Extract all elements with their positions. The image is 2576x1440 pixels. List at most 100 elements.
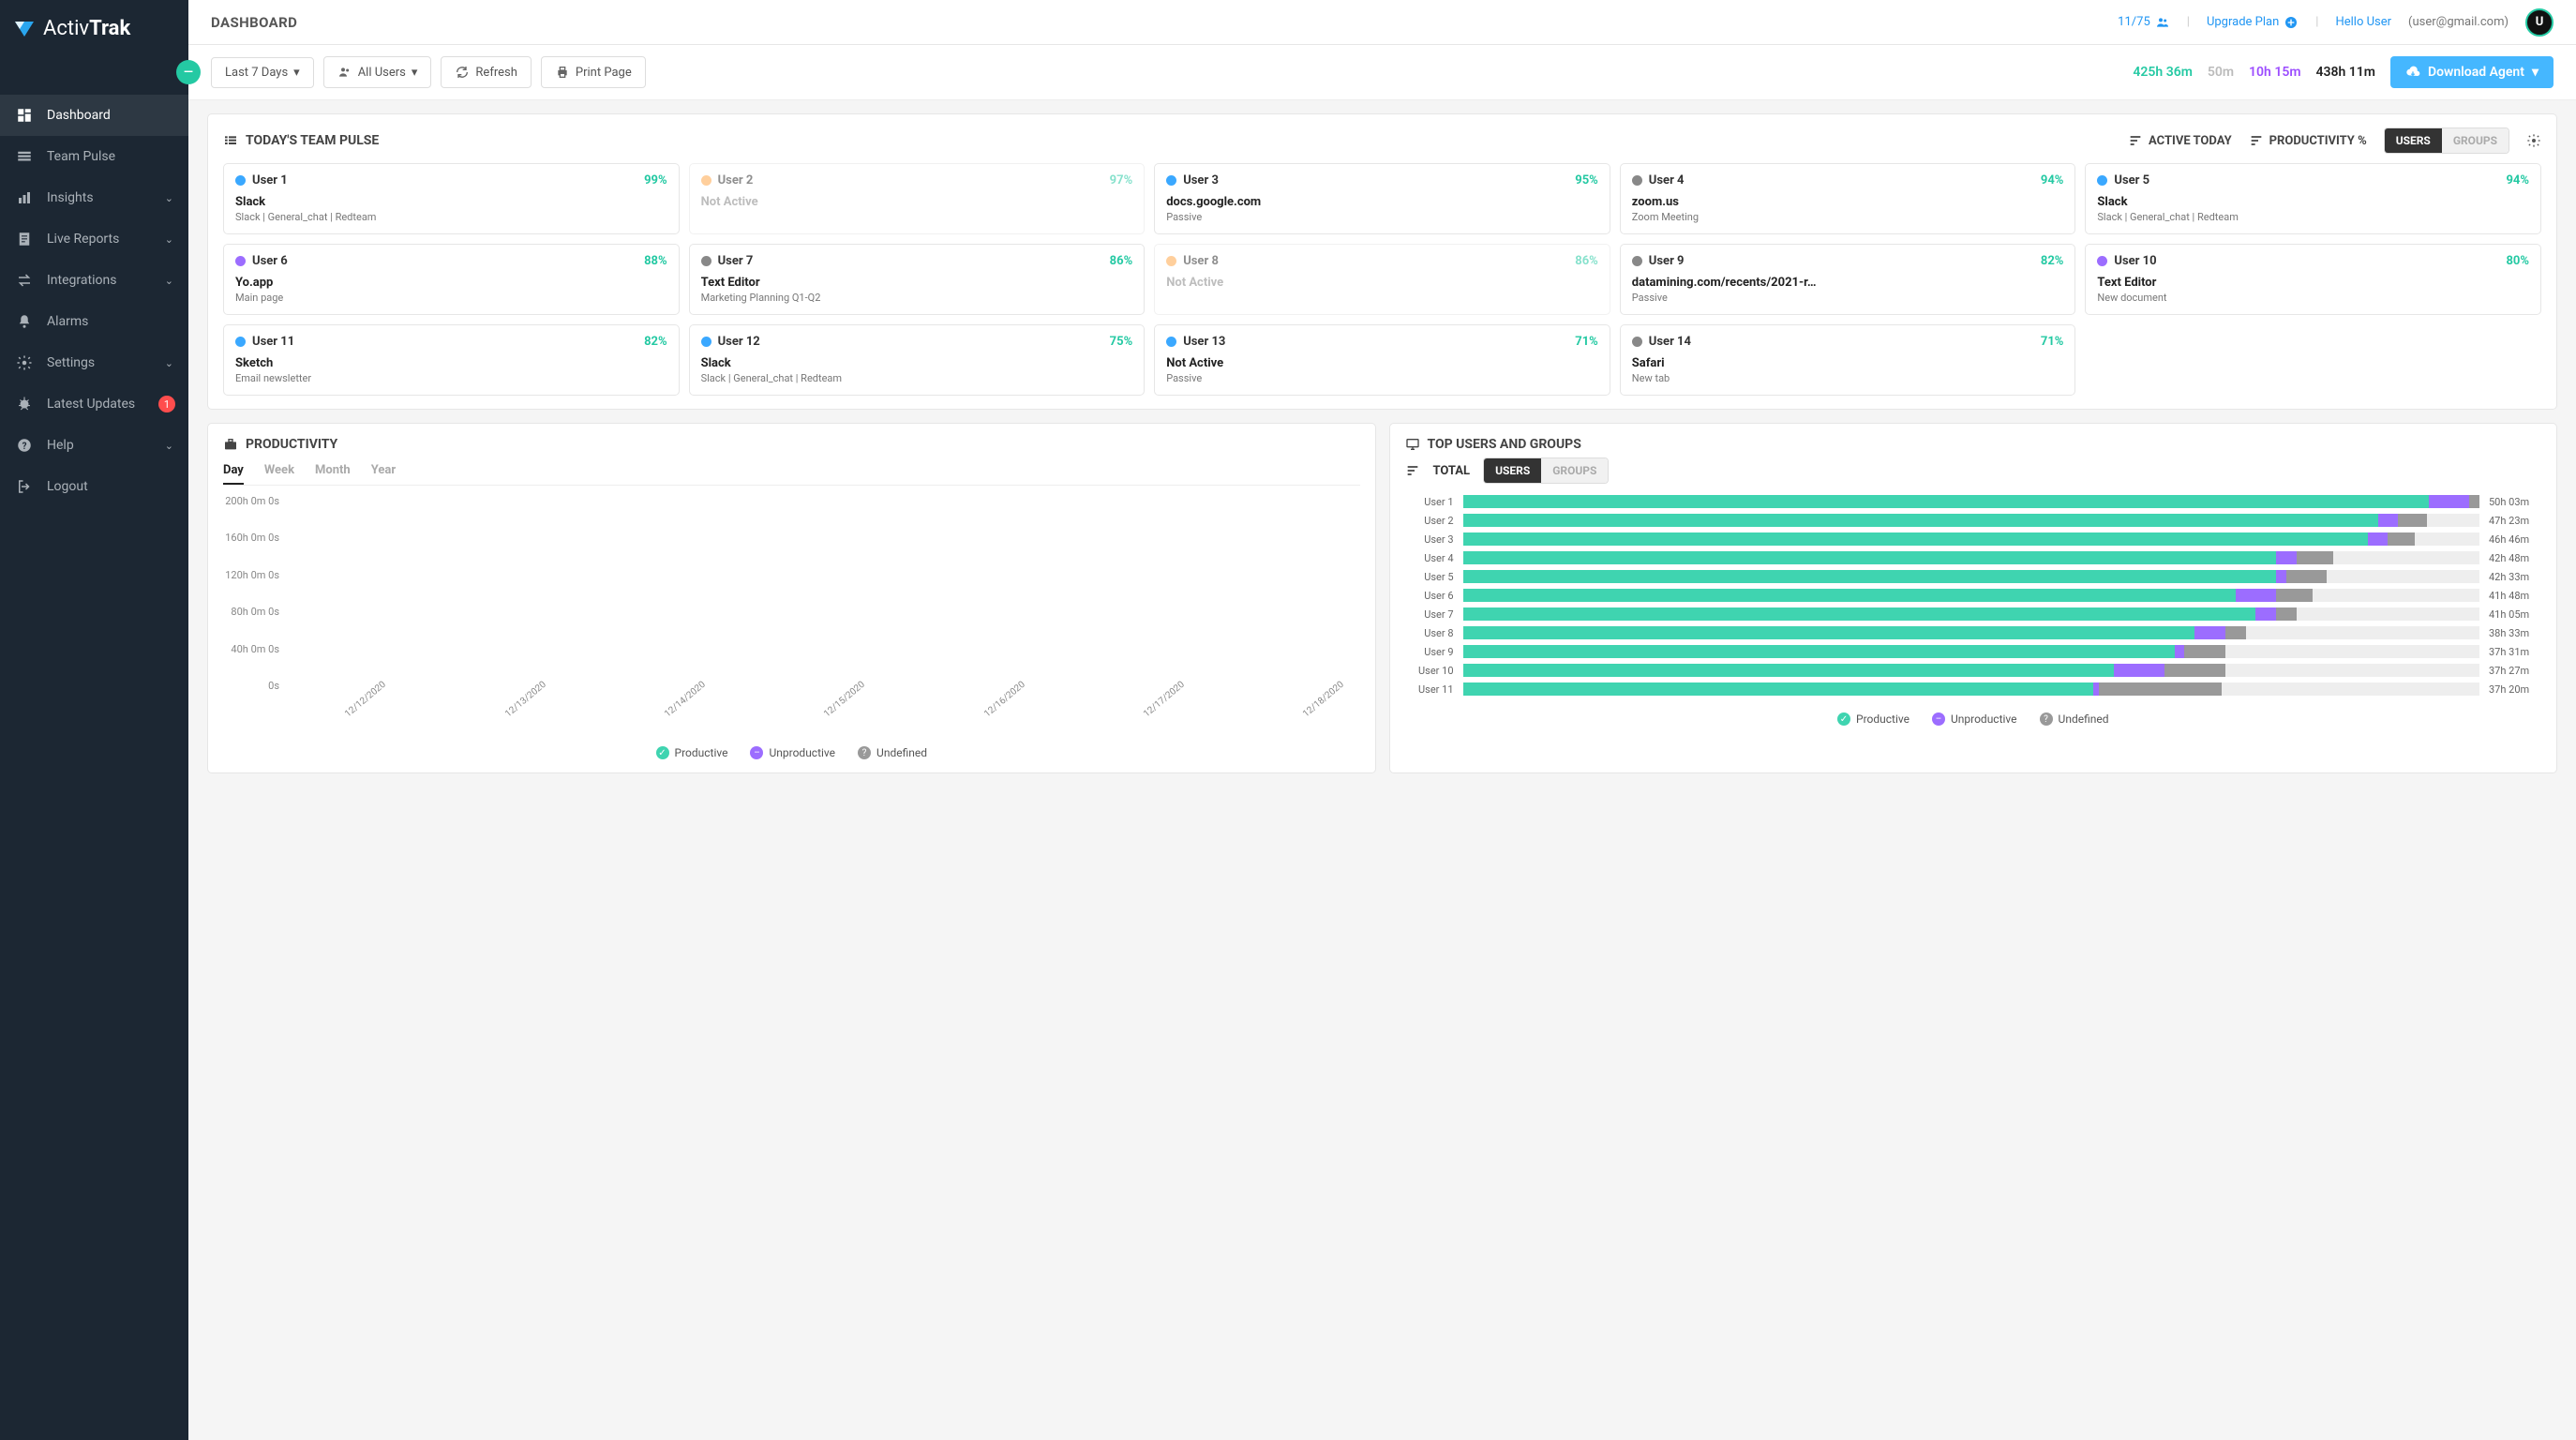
active-today-sort[interactable]: ACTIVE TODAY <box>2128 133 2232 148</box>
team-pulse-panel: TODAY'S TEAM PULSE ACTIVE TODAY PRODUCTI… <box>207 113 2557 410</box>
list-icon <box>15 147 34 166</box>
user-detail: Slack | General_chat | Redteam <box>2097 211 2529 223</box>
sidebar-item-alarms[interactable]: Alarms <box>0 301 188 342</box>
y-tick: 160h 0m 0s <box>223 532 279 544</box>
users-filter-dropdown[interactable]: All Users ▾ <box>323 56 432 88</box>
sidebar-item-latest-updates[interactable]: Latest Updates1 <box>0 383 188 425</box>
nav-label: Integrations <box>47 273 116 288</box>
status-dot-icon <box>235 256 246 266</box>
collapse-sidebar-button[interactable]: — <box>176 60 201 84</box>
tab-day[interactable]: Day <box>223 458 244 485</box>
user-pulse-card[interactable]: User 6 88% Yo.app Main page <box>223 244 680 315</box>
user-pulse-card[interactable]: User 7 86% Text Editor Marketing Plannin… <box>689 244 1146 315</box>
tu-bar <box>1463 570 2480 583</box>
brand-logo: ActivTrak <box>0 0 188 57</box>
toolbar-stat: 10h 15m <box>2249 65 2300 80</box>
hello-user-link[interactable]: Hello User <box>2335 15 2391 29</box>
date-range-dropdown[interactable]: Last 7 Days ▾ <box>211 57 314 88</box>
user-name: User 5 <box>2114 173 2149 188</box>
tu-time: 41h 05m <box>2489 608 2541 621</box>
x-tick: 12/17/2020 <box>1142 680 1187 720</box>
gear-icon[interactable] <box>2526 133 2541 148</box>
brand-icon <box>13 18 36 40</box>
user-app: Yo.app <box>235 276 667 290</box>
user-app: Text Editor <box>701 276 1133 290</box>
chart-bar: 12/18/2020 <box>1258 495 1344 692</box>
user-name: User 1 <box>252 173 288 188</box>
users-tab[interactable]: USERS <box>2385 128 2442 153</box>
chart-legend: ✓Productive –Unproductive ?Undefined <box>223 746 1360 759</box>
user-pulse-card[interactable]: User 10 80% Text Editor New document <box>2085 244 2541 315</box>
user-pulse-card[interactable]: User 2 97% Not Active <box>689 163 1146 234</box>
tu-time: 41h 48m <box>2489 590 2541 602</box>
x-tick: 12/18/2020 <box>1301 680 1346 720</box>
sidebar-item-help[interactable]: ?Help⌄ <box>0 425 188 466</box>
user-detail: New tab <box>1632 372 2064 384</box>
nav-label: Live Reports <box>47 232 119 247</box>
sidebar-item-dashboard[interactable]: Dashboard <box>0 95 188 136</box>
tu-time: 42h 33m <box>2489 571 2541 583</box>
user-pulse-card[interactable]: User 13 71% Not Active Passive <box>1154 324 1610 396</box>
status-dot-icon <box>1632 337 1642 347</box>
nav-label: Settings <box>47 355 95 370</box>
user-pulse-card[interactable]: User 1 99% Slack Slack | General_chat | … <box>223 163 680 234</box>
sidebar-item-integrations[interactable]: Integrations⌄ <box>0 260 188 301</box>
sidebar-item-live-reports[interactable]: Live Reports⌄ <box>0 218 188 260</box>
user-name: User 10 <box>2114 254 2156 268</box>
user-pct: 71% <box>2041 335 2064 349</box>
tu-groups-tab[interactable]: GROUPS <box>1541 458 1608 483</box>
users-groups-toggle: USERS GROUPS <box>2384 128 2509 154</box>
user-pct: 71% <box>1575 335 1598 349</box>
top-user-row: User 346h 46m <box>1405 532 2542 546</box>
user-name: User 11 <box>252 335 294 349</box>
briefcase-icon <box>223 437 238 452</box>
tu-legend: ✓Productive –Unproductive ?Undefined <box>1405 712 2542 726</box>
topbar: DASHBOARD 11/75 | Upgrade Plan | Hello U… <box>188 0 2576 45</box>
refresh-button[interactable]: Refresh <box>441 56 531 88</box>
user-pulse-card[interactable]: User 4 94% zoom.us Zoom Meeting <box>1620 163 2076 234</box>
tu-bar <box>1463 682 2480 696</box>
x-tick: 12/15/2020 <box>822 680 867 720</box>
sidebar-item-insights[interactable]: Insights⌄ <box>0 177 188 218</box>
dashboard-icon <box>15 106 34 125</box>
user-detail: New document <box>2097 292 2529 304</box>
tab-month[interactable]: Month <box>315 458 351 485</box>
tu-name: User 10 <box>1405 665 1454 677</box>
user-pct: 80% <box>2506 254 2529 268</box>
user-pulse-card[interactable]: User 9 82% datamining.com/recents/2021-r… <box>1620 244 2076 315</box>
user-pulse-card[interactable]: User 8 86% Not Active <box>1154 244 1610 315</box>
tab-week[interactable]: Week <box>264 458 294 485</box>
print-button[interactable]: Print Page <box>541 56 646 88</box>
groups-tab[interactable]: GROUPS <box>2442 128 2509 153</box>
avatar[interactable]: U <box>2525 8 2554 37</box>
x-tick: 12/13/2020 <box>503 680 548 720</box>
sidebar-item-logout[interactable]: Logout <box>0 466 188 507</box>
tu-users-tab[interactable]: USERS <box>1484 458 1541 483</box>
upgrade-plan-link[interactable]: Upgrade Plan <box>2207 15 2299 30</box>
top-user-row: User 741h 05m <box>1405 608 2542 621</box>
download-agent-button[interactable]: Download Agent ▾ <box>2390 56 2554 88</box>
user-pct: 75% <box>1110 335 1133 349</box>
user-name: User 4 <box>1649 173 1685 188</box>
sidebar-item-team-pulse[interactable]: Team Pulse <box>0 136 188 177</box>
user-pulse-card[interactable]: User 11 82% Sketch Email newsletter <box>223 324 680 396</box>
user-pulse-card[interactable]: User 12 75% Slack Slack | General_chat |… <box>689 324 1146 396</box>
user-name: User 12 <box>718 335 760 349</box>
tu-name: User 9 <box>1405 646 1454 658</box>
tu-bar <box>1463 551 2480 564</box>
user-pulse-card[interactable]: User 14 71% Safari New tab <box>1620 324 2076 396</box>
top-user-row: User 1037h 27m <box>1405 664 2542 677</box>
user-pulse-card[interactable]: User 5 94% Slack Slack | General_chat | … <box>2085 163 2541 234</box>
productivity-pct-sort[interactable]: PRODUCTIVITY % <box>2249 133 2367 148</box>
tu-bar <box>1463 589 2480 602</box>
user-count-link[interactable]: 11/75 <box>2118 15 2170 30</box>
doc-icon <box>15 230 34 248</box>
status-dot-icon <box>701 256 711 266</box>
status-dot-icon <box>701 337 711 347</box>
tab-year[interactable]: Year <box>371 458 396 485</box>
y-tick: 80h 0m 0s <box>223 606 279 618</box>
sidebar-item-settings[interactable]: Settings⌄ <box>0 342 188 383</box>
nav-label: Alarms <box>47 314 88 329</box>
y-tick: 120h 0m 0s <box>223 569 279 581</box>
user-pulse-card[interactable]: User 3 95% docs.google.com Passive <box>1154 163 1610 234</box>
